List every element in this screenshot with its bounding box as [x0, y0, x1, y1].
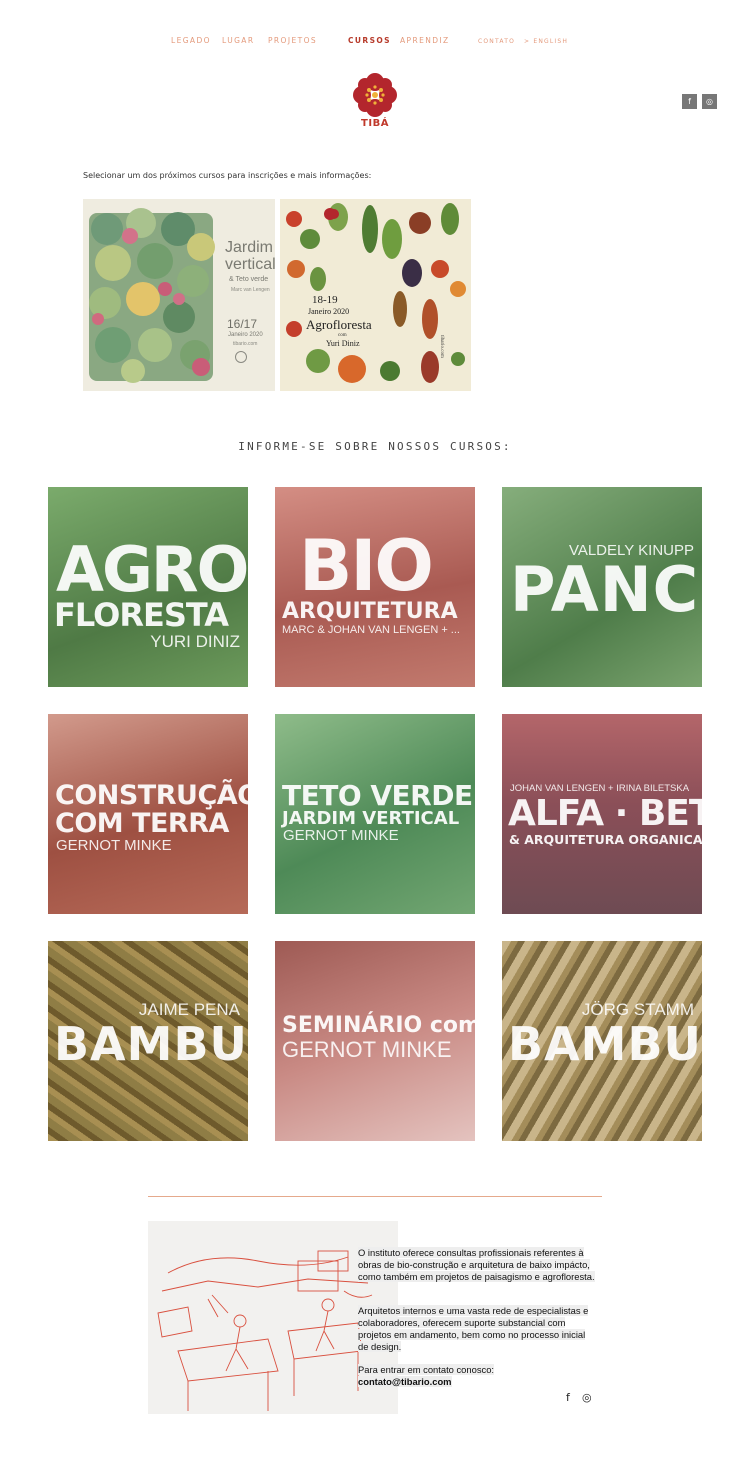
- course-title-line1: CONSTRUÇÃO: [55, 780, 248, 811]
- flower-logo-icon: [353, 73, 397, 117]
- nav-aprendiz[interactable]: APRENDIZ: [400, 36, 450, 45]
- course-title-line2: ARQUITETURA: [282, 599, 458, 624]
- courses-heading: INFORME-SE SOBRE NOSSOS CURSOS:: [238, 440, 512, 453]
- nav-legado[interactable]: LEGADO: [171, 36, 211, 45]
- nav-english[interactable]: > ENGLISH: [524, 38, 568, 45]
- top-nav: LEGADO LUGAR PROJETOS CURSOS APRENDIZ CO…: [0, 36, 750, 50]
- course-title-line1: BIO: [299, 525, 434, 607]
- course-instructor: GERNOT MINKE: [283, 827, 399, 844]
- course-instructor: GERNOT MINKE: [56, 837, 172, 854]
- course-teto-verde[interactable]: TETO VERDE JARDIM VERTICAL GERNOT MINKE: [275, 714, 475, 914]
- course-instructor: MARC & JOHAN VAN LENGEN + ...: [282, 624, 460, 636]
- plants-illustration: [89, 208, 215, 383]
- nav-projetos[interactable]: PROJETOS: [268, 36, 317, 45]
- course-instructor: JÖRG STAMM: [581, 1000, 694, 1019]
- nav-contato[interactable]: CONTATO: [478, 38, 515, 45]
- course-title-line2: FLORESTA: [54, 596, 229, 634]
- logo-wordmark: TIBÁ: [361, 118, 389, 129]
- course-bambu-jorg-stamm[interactable]: JÖRG STAMM BAMBU: [502, 941, 702, 1141]
- course-seminario[interactable]: SEMINÁRIO com GERNOT MINKE: [275, 941, 475, 1141]
- course-title-line1: BAMBU: [54, 1017, 248, 1071]
- course-title-line2: JARDIM VERTICAL: [282, 808, 460, 829]
- poster2-author: Yuri Diniz: [326, 339, 360, 348]
- poster2-dates: 18-19: [312, 294, 338, 306]
- footer-divider: [148, 1196, 602, 1197]
- poster-jardim-vertical[interactable]: Jardim vertical & Teto verde Marc van Le…: [83, 199, 275, 391]
- course-title-line1: ALFA · BETA: [508, 793, 702, 834]
- poster-title: Jardim vertical: [225, 239, 275, 273]
- course-bioarquitetura[interactable]: BIO ARQUITETURA MARC & JOHAN VAN LENGEN …: [275, 487, 475, 687]
- poster-dates: 16/17: [227, 317, 258, 331]
- course-bambu-jaime-pena[interactable]: JAIME PENA BAMBU: [48, 941, 248, 1141]
- course-title-line1: BAMBU: [508, 1017, 702, 1071]
- nav-lugar[interactable]: LUGAR: [222, 36, 254, 45]
- botanical-illustration: [286, 203, 466, 383]
- course-construcao-com-terra[interactable]: CONSTRUÇÃO COM TERRA GERNOT MINKE: [48, 714, 248, 914]
- footer-paragraph-3: Para entrar em contato conosco:: [358, 1364, 495, 1375]
- course-panc[interactable]: VALDELY KINUPP PANC: [502, 487, 702, 687]
- poster2-com: com: [338, 333, 347, 338]
- intro-text: Selecionar um dos próximos cursos para i…: [83, 171, 372, 180]
- poster-month: Janeiro 2020: [228, 332, 263, 338]
- course-title-line1: SEMINÁRIO com: [282, 1013, 475, 1038]
- poster-subtitle: & Teto verde: [229, 276, 269, 283]
- footer-email-link[interactable]: contato@tibario.com: [358, 1376, 598, 1388]
- poster2-site: tibario.com: [439, 335, 444, 358]
- course-title-line1: TETO VERDE: [282, 779, 473, 812]
- nav-cursos[interactable]: CURSOS: [348, 36, 391, 45]
- course-instructor: YURI DINIZ: [150, 632, 240, 651]
- course-title-line1: AGRO: [56, 533, 248, 606]
- course-title-line1: PANC: [510, 553, 700, 626]
- course-title-line2: COM TERRA: [55, 808, 229, 839]
- poster-author: Marc van Lengen: [231, 287, 270, 293]
- poster2-month: Janeiro 2020: [308, 307, 350, 316]
- course-agrofloresta[interactable]: AGRO FLORESTA YURI DINIZ: [48, 487, 248, 687]
- poster-agrofloresta[interactable]: 18-19 Janeiro 2020 Agrofloresta com Yuri…: [280, 199, 471, 391]
- footer-paragraph-2: Arquitetos internos e uma vasta rede de …: [358, 1305, 589, 1352]
- tiba-logo[interactable]: TIBÁ: [350, 72, 400, 132]
- course-title-line2: & ARQUITETURA ORGANICA: [509, 832, 702, 847]
- course-alfa-beta[interactable]: JOHAN VAN LENGEN + IRINA BILETSKA ALFA ·…: [502, 714, 702, 914]
- poster-site: tibario.com: [233, 341, 258, 347]
- instagram-icon[interactable]: ◎: [702, 94, 717, 109]
- course-instructor: GERNOT MINKE: [282, 1037, 452, 1062]
- footer-paragraph-1: O instituto oferece consultas profission…: [358, 1247, 595, 1282]
- poster2-title: Agrofloresta: [306, 317, 372, 332]
- course-instructor: JAIME PENA: [138, 1000, 240, 1019]
- facebook-icon[interactable]: f: [682, 94, 697, 109]
- footer-facebook-icon[interactable]: f: [566, 1391, 570, 1404]
- footer-instagram-icon[interactable]: ◎: [582, 1391, 592, 1404]
- tiba-small-logo-icon: [235, 351, 247, 363]
